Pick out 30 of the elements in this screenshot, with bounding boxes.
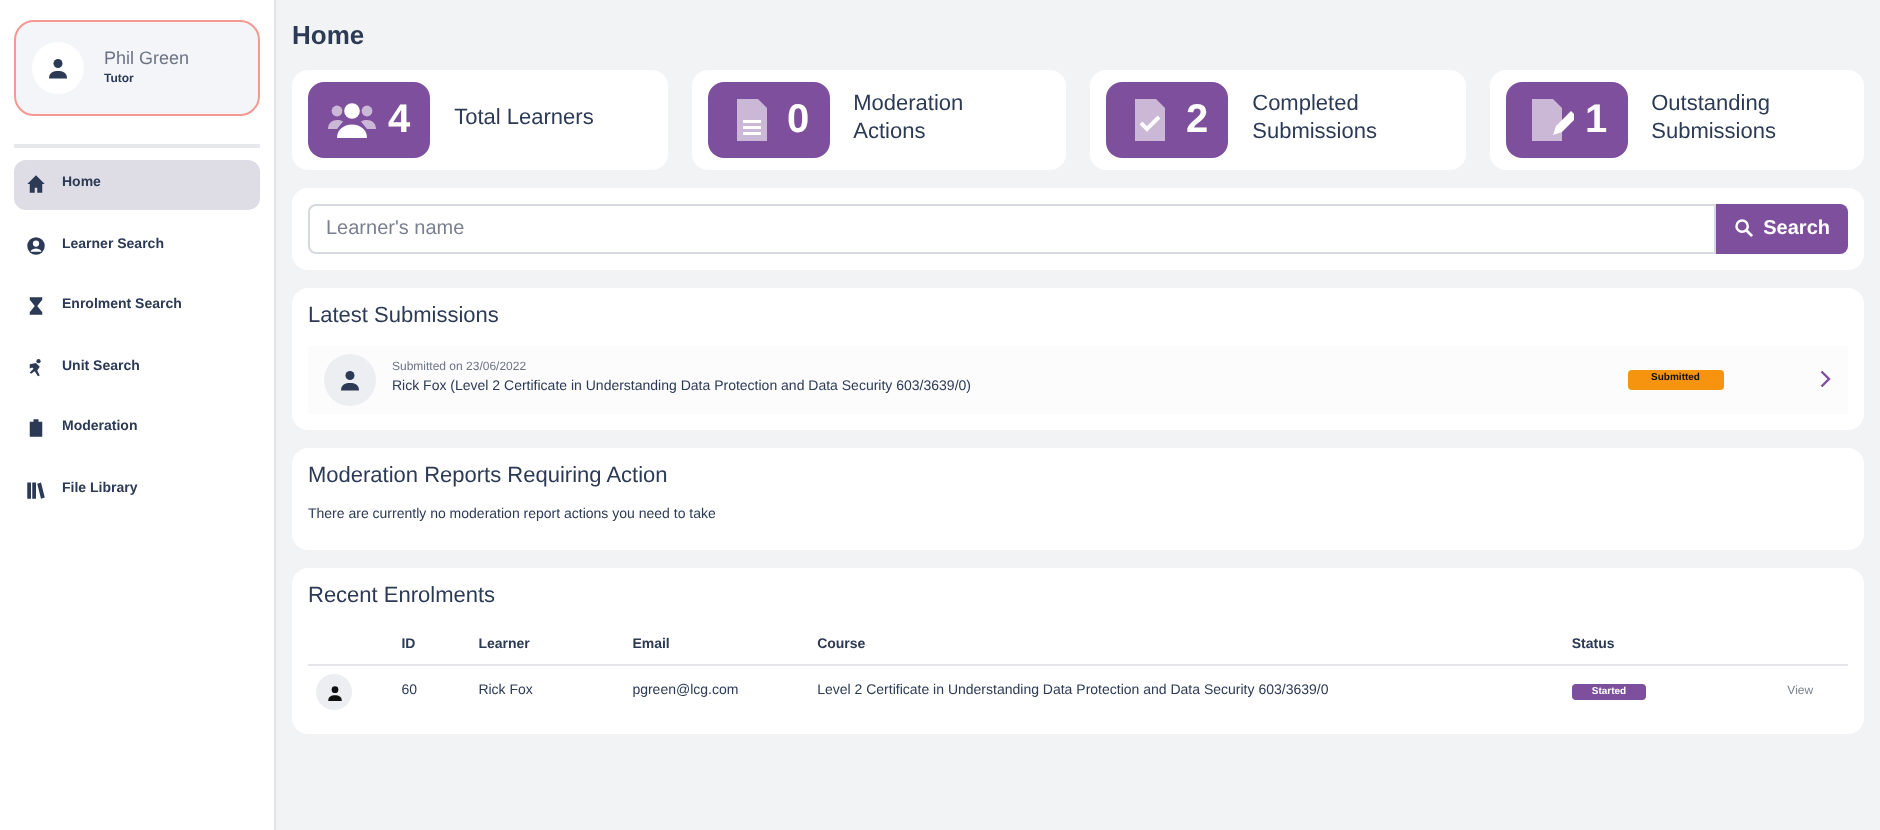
stat-label: Moderation Actions [853, 92, 966, 146]
section-title: Recent Enrolments [308, 584, 498, 612]
stat-count: 0 [787, 95, 810, 146]
stat-label: Total Learners [454, 106, 596, 133]
stat-label: Completed Submissions [1252, 92, 1379, 146]
user-circle-icon [26, 235, 46, 256]
stat-count: 2 [1186, 95, 1209, 146]
section-title: Moderation Reports Requiring Action [308, 463, 670, 490]
person-icon [46, 56, 70, 80]
person-icon [325, 683, 343, 702]
person-icon [338, 367, 362, 392]
search-field[interactable]: Learner's name [308, 203, 1716, 254]
stat-card[interactable]: 1 Outstanding Submissions [1489, 69, 1864, 170]
hourglass-icon [26, 296, 46, 317]
books-icon [26, 479, 46, 500]
stat-count: 4 [388, 95, 411, 146]
stat-label: Outstanding Submissions [1651, 92, 1778, 146]
home-icon [26, 174, 46, 195]
user-name: Phil Green [104, 45, 190, 72]
stat-card[interactable]: 4 Total Learners [292, 69, 667, 170]
runner-icon [26, 357, 46, 378]
search-button[interactable]: Search [1715, 203, 1848, 254]
stat-count: 1 [1585, 95, 1608, 146]
stat-card[interactable]: 2 Completed Submissions [1090, 69, 1465, 170]
search-icon [1733, 218, 1754, 239]
page-title: Home [292, 20, 367, 52]
chevron-right-icon [1820, 370, 1832, 389]
clipboard-icon [26, 418, 46, 439]
stat-card[interactable]: 0 Moderation Actions [691, 69, 1066, 170]
section-title: Latest Submissions [308, 303, 501, 330]
